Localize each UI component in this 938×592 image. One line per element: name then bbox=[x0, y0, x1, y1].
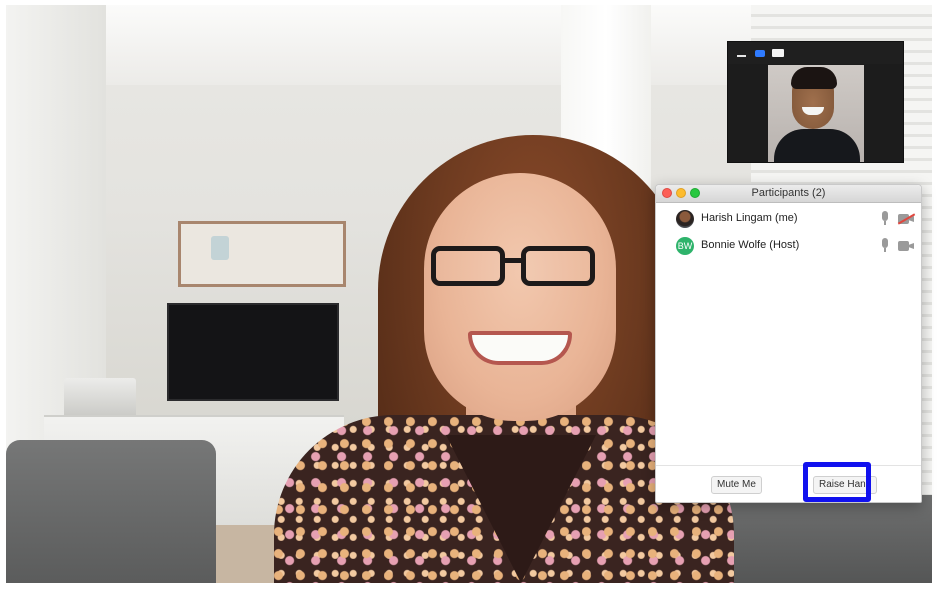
glasses-left-lens bbox=[431, 246, 505, 286]
self-hair bbox=[791, 67, 837, 89]
video-off-icon[interactable] bbox=[897, 213, 916, 225]
minimize-icon[interactable] bbox=[737, 48, 747, 58]
sofa-left bbox=[6, 440, 216, 583]
printer bbox=[64, 378, 136, 418]
participants-panel: Participants (2) Harish Lingam (me) BW B… bbox=[655, 184, 922, 503]
camera-body bbox=[898, 241, 909, 251]
camera-lens bbox=[909, 243, 914, 249]
speaker-face bbox=[424, 173, 616, 421]
participant-name: Bonnie Wolfe (Host) bbox=[701, 239, 800, 251]
window-view-icon[interactable] bbox=[772, 49, 784, 57]
self-view-titlebar[interactable] bbox=[728, 42, 903, 64]
speaker-smile bbox=[468, 331, 572, 365]
video-camera-icon[interactable] bbox=[898, 241, 914, 251]
active-view-icon[interactable] bbox=[755, 50, 765, 57]
microphone-icon[interactable] bbox=[880, 238, 890, 253]
participants-titlebar[interactable]: Participants (2) bbox=[656, 185, 921, 203]
participants-footer: Mute Me Raise Hand bbox=[656, 465, 921, 503]
mute-me-button[interactable]: Mute Me bbox=[711, 476, 762, 494]
self-video bbox=[768, 65, 864, 162]
self-view-window[interactable] bbox=[727, 41, 904, 163]
avatar bbox=[676, 210, 694, 228]
microphone-icon[interactable] bbox=[880, 211, 890, 226]
self-body bbox=[774, 129, 860, 162]
participant-row[interactable]: BW Bonnie Wolfe (Host) bbox=[656, 234, 921, 258]
avatar: BW bbox=[676, 237, 694, 255]
speaker-glasses bbox=[431, 246, 599, 292]
participant-name: Harish Lingam (me) bbox=[701, 212, 798, 224]
wall-picture bbox=[178, 221, 346, 287]
glasses-right-lens bbox=[521, 246, 595, 286]
television bbox=[167, 303, 339, 401]
glasses-bridge bbox=[503, 258, 523, 263]
raise-hand-highlight bbox=[803, 462, 871, 502]
participant-row[interactable]: Harish Lingam (me) bbox=[656, 207, 921, 231]
participants-title: Participants (2) bbox=[751, 187, 826, 199]
